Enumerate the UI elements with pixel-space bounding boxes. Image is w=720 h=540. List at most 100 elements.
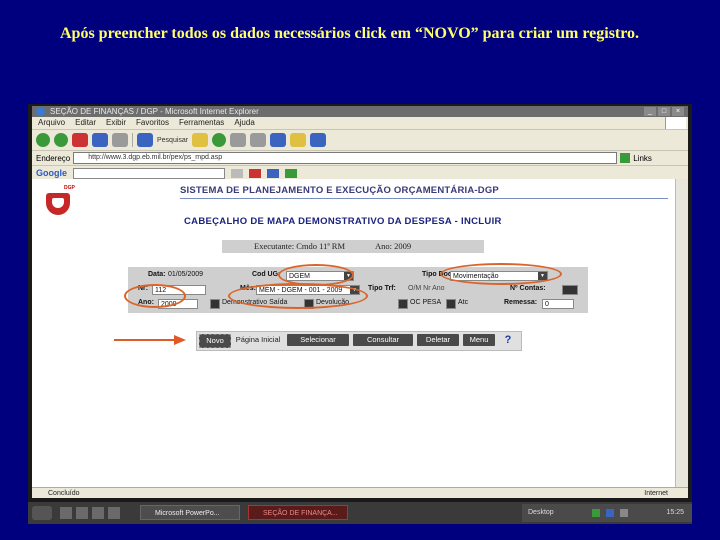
url-input[interactable]: http://www.3.dgp.eb.mil.br/pex/ps_mpd.as… xyxy=(73,152,618,164)
close-button[interactable]: × xyxy=(672,107,684,116)
page-content: DGP SISTEMA DE PLANEJAMENTO E EXECUÇÃO O… xyxy=(32,179,676,487)
tray-icon[interactable] xyxy=(592,509,600,517)
shield-icon xyxy=(46,193,70,215)
logo-text: DGP xyxy=(64,185,75,191)
browser-title: SEÇÃO DE FINANÇAS / DGP - Microsoft Inte… xyxy=(50,107,259,116)
maximize-button[interactable]: □ xyxy=(658,107,670,116)
tray-desktop-label[interactable]: Desktop xyxy=(528,504,554,522)
google-search-input[interactable] xyxy=(73,167,225,179)
tipo-label: Tipo Trf: xyxy=(368,285,396,292)
help-icon[interactable]: ? xyxy=(501,334,515,347)
go-icon[interactable] xyxy=(620,153,631,163)
demonstrativo-checkbox[interactable] xyxy=(210,299,220,309)
menu-editar[interactable]: Editar xyxy=(75,117,96,129)
contas-label: Nº Contas: xyxy=(510,285,546,292)
dgp-logo: DGP xyxy=(46,185,75,215)
menu-ferramentas[interactable]: Ferramentas xyxy=(179,117,224,129)
atc-label: Atc xyxy=(458,299,469,306)
quicklaunch-icon[interactable] xyxy=(108,507,120,519)
address-label: Endereço xyxy=(36,153,71,163)
codug-label: Cod UG: xyxy=(252,271,281,278)
data-value: 01/05/2009 xyxy=(168,271,204,278)
google-search-icon[interactable] xyxy=(231,168,243,178)
google-logo[interactable]: Google xyxy=(36,168,67,178)
menu-ajuda[interactable]: Ajuda xyxy=(234,117,254,129)
status-text: Concluído xyxy=(48,490,80,497)
taskbar-powerpoint[interactable]: Microsoft PowerPo... xyxy=(140,505,240,520)
slide-instruction: Após preencher todos os dados necessário… xyxy=(60,25,640,42)
pagina-inicial-link[interactable]: Página Inicial xyxy=(231,334,285,346)
google-block-icon[interactable] xyxy=(249,168,261,178)
menu-bar: Arquivo Editar Exibir Favoritos Ferramen… xyxy=(32,117,688,130)
deletar-button[interactable]: Deletar xyxy=(417,334,459,346)
menu-arquivo[interactable]: Arquivo xyxy=(38,117,65,129)
discuss-icon[interactable] xyxy=(290,133,307,147)
browser-toolbar: Pesquisar xyxy=(32,130,688,151)
toolbar-separator xyxy=(132,133,133,147)
menu-favoritos[interactable]: Favoritos xyxy=(136,117,169,129)
home-icon[interactable] xyxy=(112,133,128,147)
ano-exec-text: Ano: 2009 xyxy=(375,241,412,251)
tray-icon[interactable] xyxy=(606,509,614,517)
print-icon[interactable] xyxy=(250,133,267,147)
taskbar-browser[interactable]: SEÇÃO DE FINANÇA... xyxy=(248,505,348,520)
novo-button[interactable]: Novo xyxy=(199,334,231,348)
executante-row: Executante: Cmdo 11ª RM Ano: 2009 xyxy=(222,240,484,253)
clock: 15:25 xyxy=(666,509,684,516)
search-icon[interactable] xyxy=(137,133,153,147)
browser-window: SEÇÃO DE FINANÇAS / DGP - Microsoft Inte… xyxy=(32,106,688,498)
tray-icon[interactable] xyxy=(620,509,628,517)
google-options-icon[interactable] xyxy=(285,168,297,178)
system-title: SISTEMA DE PLANEJAMENTO E EXECUÇÃO ORÇAM… xyxy=(180,185,499,196)
highlight-ring-codug xyxy=(278,264,354,286)
vertical-scrollbar[interactable] xyxy=(675,179,688,487)
status-bar: Concluído Internet xyxy=(32,487,688,498)
refresh-icon[interactable] xyxy=(92,133,108,147)
menu-exibir[interactable]: Exibir xyxy=(106,117,126,129)
oc-pesa-label: OC PESA xyxy=(410,299,442,306)
tipo-value: O/M Nr Ano xyxy=(408,285,445,292)
search-label[interactable]: Pesquisar xyxy=(157,137,188,144)
back-icon[interactable] xyxy=(36,133,50,147)
arrow-right-icon xyxy=(174,335,186,345)
page-title: CABEÇALHO DE MAPA DEMONSTRATIVO DA DESPE… xyxy=(184,216,502,227)
google-pagerank-icon[interactable] xyxy=(267,168,279,178)
consultar-button[interactable]: Consultar xyxy=(353,334,413,346)
system-tray: Desktop 15:25 xyxy=(522,504,692,522)
forward-icon[interactable] xyxy=(54,133,68,147)
menu-button[interactable]: Menu xyxy=(463,334,495,346)
screenshot-frame: SEÇÃO DE FINANÇAS / DGP - Microsoft Inte… xyxy=(28,104,692,524)
executante-text: Executante: Cmdo 11ª RM xyxy=(254,241,346,251)
ie-icon xyxy=(36,107,45,116)
history-icon[interactable] xyxy=(212,133,227,147)
edit-icon[interactable] xyxy=(270,133,287,147)
contas-select[interactable] xyxy=(562,285,578,295)
windows-taskbar: Microsoft PowerPo... SEÇÃO DE FINANÇA...… xyxy=(28,502,692,524)
highlight-ring-tipo-doc xyxy=(440,263,562,285)
highlight-ring-nr xyxy=(124,284,186,308)
messenger-icon[interactable] xyxy=(310,133,327,147)
selecionar-button[interactable]: Selecionar xyxy=(287,334,349,346)
address-bar: Endereço http://www.3.dgp.eb.mil.br/pex/… xyxy=(32,151,688,166)
remessa-label: Remessa: xyxy=(504,299,538,306)
pointer-arrow xyxy=(114,339,178,341)
action-button-row: Novo Página Inicial Selecionar Consultar… xyxy=(196,331,522,351)
title-divider xyxy=(180,198,668,199)
quicklaunch-icon[interactable] xyxy=(60,507,72,519)
quicklaunch-icon[interactable] xyxy=(92,507,104,519)
zone-text: Internet xyxy=(644,490,668,497)
browser-titlebar: SEÇÃO DE FINANÇAS / DGP - Microsoft Inte… xyxy=(32,106,688,117)
mail-icon[interactable] xyxy=(230,133,247,147)
minimize-button[interactable]: _ xyxy=(644,107,656,116)
windows-flag-icon xyxy=(665,117,686,129)
favorites-icon[interactable] xyxy=(192,133,209,147)
data-label: Data: xyxy=(148,271,166,278)
start-button[interactable] xyxy=(32,506,52,520)
atc-checkbox[interactable] xyxy=(446,299,456,309)
highlight-ring-mes xyxy=(228,283,368,309)
quicklaunch-icon[interactable] xyxy=(76,507,88,519)
stop-icon[interactable] xyxy=(72,133,88,147)
oc-pesa-checkbox[interactable] xyxy=(398,299,408,309)
remessa-input[interactable]: 0 xyxy=(542,299,574,309)
links-label[interactable]: Links xyxy=(633,154,652,163)
